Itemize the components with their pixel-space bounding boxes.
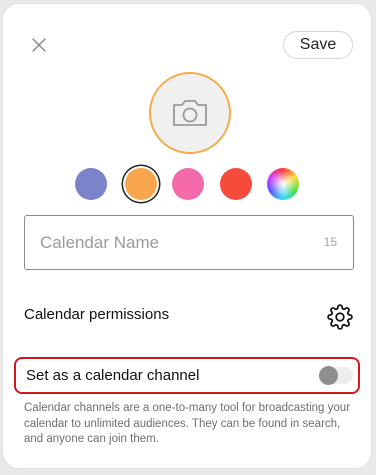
- toggle-knob: [319, 366, 338, 385]
- save-button[interactable]: Save: [283, 31, 353, 59]
- color-swatch-custom[interactable]: [267, 168, 299, 200]
- calendar-name-field: 15: [24, 215, 354, 270]
- color-swatch-orange[interactable]: [125, 168, 157, 200]
- calendar-channel-label: Set as a calendar channel: [26, 367, 200, 384]
- camera-icon: [173, 100, 207, 126]
- close-button[interactable]: [29, 35, 49, 55]
- calendar-channel-description: Calendar channels are a one-to-many tool…: [24, 402, 351, 445]
- color-swatch-pink[interactable]: [172, 168, 204, 200]
- new-calendar-dialog: Save 15 Calendar permissions Set as a ca…: [3, 4, 371, 468]
- permissions-label: Calendar permissions: [24, 306, 170, 323]
- close-icon: [32, 38, 46, 52]
- char-counter: 15: [323, 235, 337, 249]
- calendar-photo-picker[interactable]: [149, 72, 231, 154]
- color-swatch-periwinkle[interactable]: [75, 168, 107, 200]
- calendar-channel-toggle[interactable]: [319, 366, 353, 385]
- calendar-name-input[interactable]: [40, 216, 310, 269]
- gear-icon: [327, 304, 353, 330]
- calendar-channel-row: Set as a calendar channel: [14, 357, 360, 394]
- permissions-settings-button[interactable]: [327, 304, 353, 330]
- color-swatch-red[interactable]: [220, 168, 252, 200]
